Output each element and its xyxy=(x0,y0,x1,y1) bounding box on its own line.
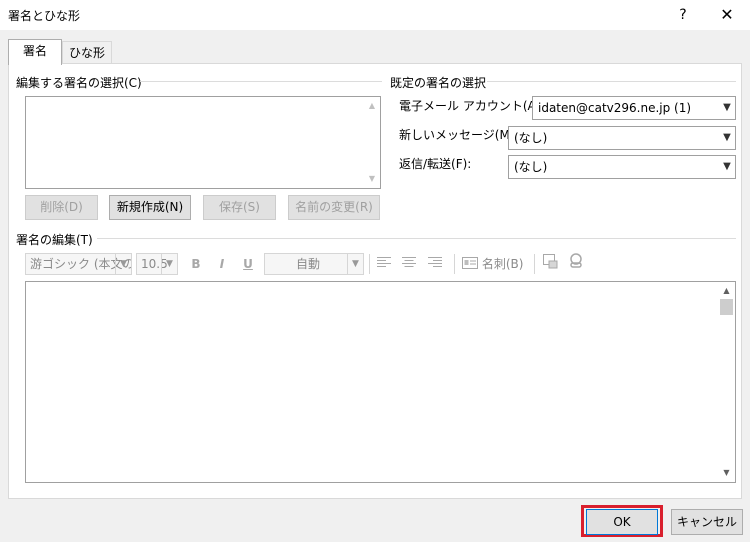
signature-list[interactable]: ▲ ▼ xyxy=(25,96,381,189)
signature-editor[interactable]: ▲ ▼ xyxy=(25,281,736,483)
font-color-value: 自動 xyxy=(295,257,320,271)
tab-signature[interactable]: 署名 xyxy=(8,39,62,65)
hyperlink-icon[interactable] xyxy=(566,253,586,275)
chevron-down-icon[interactable]: ▼ xyxy=(718,97,735,119)
cancel-button[interactable]: キャンセル xyxy=(671,509,743,535)
chevron-down-icon[interactable]: ▼ xyxy=(718,127,735,149)
bold-button[interactable]: B xyxy=(186,253,206,275)
font-size-select[interactable]: 10.5 ▼ xyxy=(136,253,178,275)
toolbar-separator xyxy=(369,254,370,274)
delete-button[interactable]: 削除(D) xyxy=(25,195,98,220)
reply-forward-label: 返信/転送(F): xyxy=(399,157,472,171)
reply-forward-select[interactable]: (なし) ▼ xyxy=(508,155,736,179)
business-card-button[interactable]: 名刺(B) xyxy=(462,253,523,275)
font-color-select[interactable]: 自動 ▼ xyxy=(264,253,364,275)
chevron-down-icon[interactable]: ▼ xyxy=(718,156,735,178)
ok-button[interactable]: OK xyxy=(586,509,658,535)
business-card-icon xyxy=(462,257,478,269)
email-account-value: idaten@catv296.ne.jp (1) xyxy=(538,101,692,115)
title-bar xyxy=(0,0,750,30)
reply-forward-value: (なし) xyxy=(514,160,548,174)
tab-stationery[interactable]: ひな形 xyxy=(62,41,112,63)
email-account-label: 電子メール アカウント(A): xyxy=(399,99,545,113)
new-message-select[interactable]: (なし) ▼ xyxy=(508,126,736,150)
save-button[interactable]: 保存(S) xyxy=(203,195,276,220)
default-signature-label: 既定の署名の選択 xyxy=(390,76,487,90)
toolbar-separator xyxy=(454,254,455,274)
new-message-label: 新しいメッセージ(M): xyxy=(399,128,519,142)
window-title: 署名とひな形 xyxy=(8,9,81,23)
underline-button[interactable]: U xyxy=(238,253,258,275)
chevron-down-icon[interactable]: ▼ xyxy=(347,254,363,274)
select-signature-label: 編集する署名の選択(C) xyxy=(16,76,142,90)
signature-list-scrollbar[interactable]: ▲ ▼ xyxy=(364,97,380,188)
scroll-up-icon[interactable]: ▲ xyxy=(364,99,380,113)
divider xyxy=(487,81,736,82)
help-button[interactable]: ? xyxy=(668,4,698,26)
email-account-select[interactable]: idaten@catv296.ne.jp (1) ▼ xyxy=(532,96,736,120)
divider xyxy=(140,81,382,82)
rename-button[interactable]: 名前の変更(R) xyxy=(288,195,380,220)
new-signature-button[interactable]: 新規作成(N) xyxy=(109,195,191,220)
insert-picture-icon[interactable] xyxy=(540,253,560,275)
chevron-down-icon[interactable]: ▼ xyxy=(115,254,131,274)
close-button[interactable]: ✕ xyxy=(712,4,742,26)
align-center-icon[interactable] xyxy=(399,253,419,275)
new-message-value: (なし) xyxy=(514,131,548,145)
toolbar-separator xyxy=(534,254,535,274)
edit-signature-label: 署名の編集(T) xyxy=(16,233,93,247)
italic-button[interactable]: I xyxy=(212,253,232,275)
business-card-label: 名刺(B) xyxy=(481,257,524,271)
chevron-down-icon[interactable]: ▼ xyxy=(161,254,177,274)
divider xyxy=(97,238,736,239)
scrollbar-thumb[interactable] xyxy=(720,299,733,315)
scroll-up-icon[interactable]: ▲ xyxy=(718,284,735,298)
align-left-icon[interactable] xyxy=(374,253,394,275)
scroll-down-icon[interactable]: ▼ xyxy=(718,466,735,480)
font-select[interactable]: 游ゴシック (本文の ▼ xyxy=(25,253,132,275)
editor-scrollbar[interactable]: ▲ ▼ xyxy=(718,282,735,482)
align-right-icon[interactable] xyxy=(425,253,445,275)
scroll-down-icon[interactable]: ▼ xyxy=(364,172,380,186)
